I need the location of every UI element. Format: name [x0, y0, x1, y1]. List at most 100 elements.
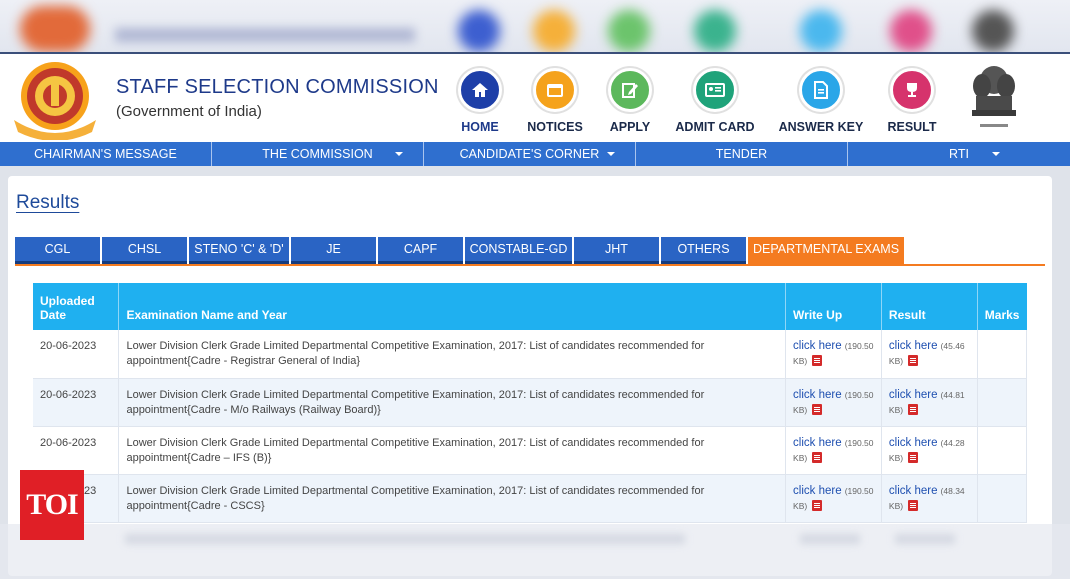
- file-size: (190.50: [844, 485, 874, 496]
- writeup-link[interactable]: click here: [793, 389, 842, 401]
- file-size: KB): [888, 500, 904, 511]
- pdf-icon[interactable]: [812, 403, 823, 415]
- tab-others[interactable]: OTHERS: [661, 237, 746, 264]
- exam-text: appointment{Cadre - Registrar General of…: [126, 355, 361, 367]
- result-link[interactable]: click here: [889, 389, 938, 401]
- file-size: (190.50: [844, 437, 874, 448]
- tab-cgl[interactable]: CGL: [15, 237, 100, 264]
- pdf-icon[interactable]: [908, 451, 919, 463]
- header-uploaded-date: Uploaded Date: [33, 283, 120, 330]
- tab-constable-gd[interactable]: CONSTABLE-GD: [465, 237, 572, 264]
- admit-card-icon: [693, 68, 737, 112]
- writeup-link[interactable]: click here: [793, 437, 842, 449]
- row-exam-name: Lower Division Clerk Grade Limited Depar…: [118, 426, 787, 475]
- chevron-down-icon: [992, 152, 1000, 156]
- blurred-icon: [533, 10, 575, 52]
- writeup-link[interactable]: click here: [793, 485, 842, 497]
- file-size: KB): [793, 404, 808, 415]
- writeup-link[interactable]: click here: [793, 340, 842, 352]
- table-row: 20-06-2023 Lower Division Clerk Grade Li…: [33, 378, 1028, 427]
- file-size: (44.28: [940, 437, 965, 448]
- row-marks: [977, 330, 1028, 379]
- blurred-text: [115, 28, 415, 42]
- file-size: KB): [793, 500, 808, 511]
- nav-answer-key[interactable]: ANSWER KEY: [771, 68, 871, 134]
- file-size: (44.81: [940, 389, 965, 400]
- table-row: 20-06-2023 Lower Division Clerk Grade Li…: [33, 474, 1028, 523]
- row-result: click here (45.46 KB): [881, 330, 978, 379]
- file-size: (48.34: [940, 485, 965, 496]
- menu-chairmans-message[interactable]: CHAIRMAN'S MESSAGE: [0, 142, 212, 166]
- header-write-up: Write Up: [785, 283, 882, 330]
- file-size: (45.46: [940, 341, 965, 351]
- menu-tender[interactable]: TENDER: [636, 142, 848, 166]
- row-result: click here (44.28 KB): [881, 426, 978, 475]
- header-result: Result: [881, 283, 978, 330]
- exam-text: Lower Division Clerk Grade Limited Depar…: [126, 388, 705, 401]
- results-panel: Results CGL CHSL STENO 'C' & 'D' JE CAPF…: [8, 176, 1052, 576]
- national-emblem-icon: [972, 66, 1016, 127]
- results-tabs: CGL CHSL STENO 'C' & 'D' JE CAPF CONSTAB…: [15, 237, 906, 264]
- file-size: KB): [888, 356, 904, 366]
- blurred-logo: [20, 6, 90, 52]
- tab-steno[interactable]: STENO 'C' & 'D': [189, 237, 289, 264]
- header-marks: Marks: [977, 283, 1027, 330]
- file-size: (190.50: [844, 389, 874, 400]
- pdf-icon[interactable]: [812, 499, 823, 511]
- tab-capf[interactable]: CAPF: [378, 237, 463, 264]
- table-row: 20-06-2023 Lower Division Clerk Grade Li…: [33, 330, 1028, 379]
- header-label: Uploaded: [40, 294, 95, 308]
- tab-chsl[interactable]: CHSL: [102, 237, 187, 264]
- row-write-up: click here (190.50 KB): [785, 378, 882, 427]
- blurred-text: [800, 534, 860, 544]
- chevron-down-icon: [607, 152, 615, 156]
- blurred-text: [895, 534, 955, 544]
- result-link[interactable]: click here: [889, 340, 938, 352]
- file-size: (190.50: [844, 341, 874, 351]
- exam-text: Lower Division Clerk Grade Limited Depar…: [126, 484, 705, 497]
- row-exam-name: Lower Division Clerk Grade Limited Depar…: [118, 474, 787, 523]
- row-write-up: click here (190.50 KB): [785, 474, 882, 523]
- exam-text: appointment{Cadre - CSCS}: [126, 499, 265, 512]
- menu-label: THE COMMISSION: [262, 147, 373, 161]
- blurred-icon: [608, 10, 650, 52]
- result-link[interactable]: click here: [889, 437, 938, 449]
- row-date: 20-06-2023: [33, 378, 120, 427]
- blurred-icon: [972, 10, 1014, 52]
- row-write-up: click here (190.50 KB): [785, 426, 882, 475]
- pdf-icon[interactable]: [908, 355, 919, 366]
- pdf-icon[interactable]: [908, 499, 919, 511]
- nav-result[interactable]: RESULT: [862, 68, 962, 134]
- apply-icon: [608, 68, 652, 112]
- exam-text: appointment{Cadre - M/o Railways (Railwa…: [126, 403, 381, 416]
- home-icon: [458, 68, 502, 112]
- exam-text: Lower Division Clerk Grade Limited Depar…: [126, 340, 705, 352]
- site-header: STAFF SELECTION COMMISSION (Government o…: [0, 52, 1070, 142]
- tab-departmental-exams[interactable]: DEPARTMENTAL EXAMS: [748, 237, 904, 264]
- row-date: 20-06-2023: [33, 330, 120, 379]
- row-exam-name: Lower Division Clerk Grade Limited Depar…: [118, 330, 787, 379]
- ssc-emblem-icon[interactable]: [8, 58, 102, 140]
- org-title: STAFF SELECTION COMMISSION: [116, 76, 439, 98]
- blurred-icon: [890, 10, 932, 52]
- row-result: click here (48.34 KB): [881, 474, 978, 523]
- menu-the-commission[interactable]: THE COMMISSION: [212, 142, 424, 166]
- row-date: 20-06-2023: [33, 426, 120, 475]
- menu-candidates-corner[interactable]: CANDIDATE'S CORNER: [424, 142, 636, 166]
- pdf-icon[interactable]: [812, 451, 823, 463]
- tab-jht[interactable]: JHT: [574, 237, 659, 264]
- nav-answer-key-label: ANSWER KEY: [778, 120, 864, 134]
- result-link[interactable]: click here: [889, 485, 938, 497]
- blurred-top-strip: [0, 0, 1070, 52]
- main-menu-bar: CHAIRMAN'S MESSAGE THE COMMISSION CANDID…: [0, 142, 1070, 166]
- answer-key-icon: [799, 68, 843, 112]
- pdf-icon[interactable]: [812, 355, 823, 366]
- file-size: KB): [888, 404, 904, 415]
- pdf-icon[interactable]: [908, 403, 919, 415]
- row-marks: [977, 474, 1028, 523]
- tab-je[interactable]: JE: [291, 237, 376, 264]
- menu-rti[interactable]: RTI: [848, 142, 1070, 166]
- notices-icon: [533, 68, 577, 112]
- nav-admit-card[interactable]: ADMIT CARD: [665, 68, 765, 134]
- toi-watermark: TOI: [20, 470, 84, 540]
